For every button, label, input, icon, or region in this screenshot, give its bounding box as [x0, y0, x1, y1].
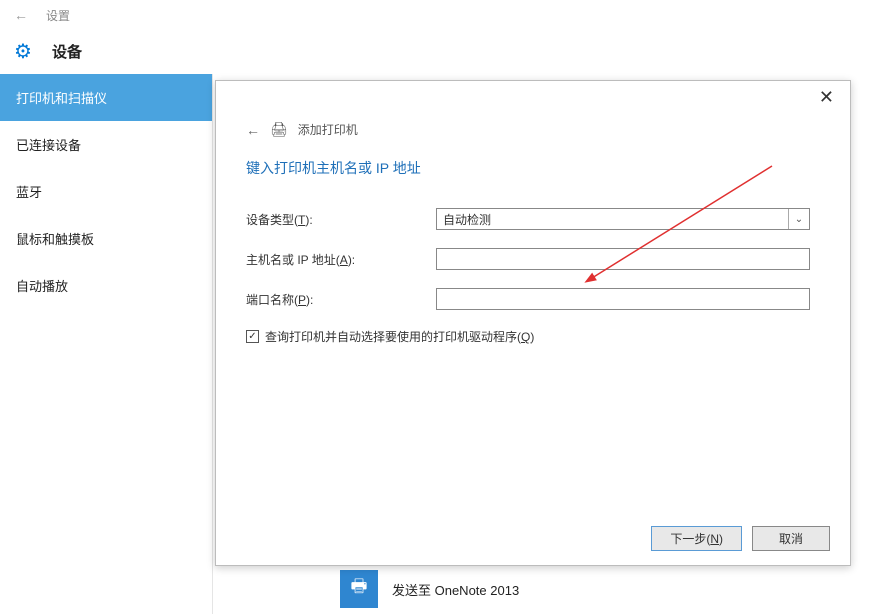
- hostname-input[interactable]: [436, 248, 810, 270]
- port-input[interactable]: [436, 288, 810, 310]
- add-printer-dialog: ✕ ← 🖨 添加打印机 键入打印机主机名或 IP 地址 设备类型(T): 自动检…: [215, 80, 851, 566]
- settings-breadcrumb[interactable]: 设置: [46, 7, 70, 24]
- sidebar-item-label: 自动播放: [16, 279, 68, 294]
- sidebar-item-autoplay[interactable]: 自动播放: [0, 262, 212, 309]
- printer-icon: 🖨: [270, 121, 288, 138]
- page-title: 设备: [52, 41, 82, 62]
- auto-query-checkbox-row[interactable]: ✓ 查询打印机并自动选择要使用的打印机驱动程序(Q): [246, 328, 810, 345]
- form: 设备类型(T): 自动检测 ⌄ 主机名或 IP 地址(A): 端口名称(P): …: [216, 178, 850, 345]
- sidebar-item-bluetooth[interactable]: 蓝牙: [0, 168, 212, 215]
- sidebar-item-label: 鼠标和触摸板: [16, 232, 94, 247]
- device-type-label: 设备类型(T):: [246, 211, 436, 228]
- sidebar-item-mouse[interactable]: 鼠标和触摸板: [0, 215, 212, 262]
- hostname-label: 主机名或 IP 地址(A):: [246, 251, 436, 268]
- device-type-select[interactable]: 自动检测 ⌄: [436, 208, 810, 230]
- dialog-footer: 下一步(N) 取消: [651, 526, 830, 551]
- close-icon[interactable]: ✕: [811, 85, 842, 110]
- sidebar: 打印机和扫描仪 已连接设备 蓝牙 鼠标和触摸板 自动播放: [0, 74, 213, 614]
- checkbox-icon[interactable]: ✓: [246, 330, 259, 343]
- device-type-value: 自动检测: [437, 209, 789, 229]
- checkbox-label: 查询打印机并自动选择要使用的打印机驱动程序(Q): [265, 328, 534, 345]
- printer-tile-icon: 🖶: [340, 570, 378, 608]
- dialog-header-text: 添加打印机: [298, 121, 358, 138]
- sidebar-item-label: 蓝牙: [16, 185, 42, 200]
- port-label: 端口名称(P):: [246, 291, 436, 308]
- sidebar-item-label: 打印机和扫描仪: [16, 91, 107, 106]
- dialog-title: 键入打印机主机名或 IP 地址: [216, 138, 850, 178]
- topbar: ← 设置: [0, 0, 872, 30]
- onenote-printer-label: 发送至 OneNote 2013: [392, 580, 519, 599]
- hostname-row: 主机名或 IP 地址(A):: [246, 248, 810, 270]
- port-row: 端口名称(P):: [246, 288, 810, 310]
- sidebar-item-printers[interactable]: 打印机和扫描仪: [0, 74, 212, 121]
- cancel-button[interactable]: 取消: [752, 526, 830, 551]
- sidebar-item-label: 已连接设备: [16, 138, 81, 153]
- dialog-back-icon[interactable]: ←: [246, 122, 260, 138]
- gear-icon: ⚙: [14, 39, 32, 64]
- header: ⚙ 设备: [0, 30, 872, 74]
- dialog-header: ← 🖨 添加打印机: [216, 81, 850, 138]
- back-arrow-icon[interactable]: ←: [14, 7, 28, 23]
- next-button[interactable]: 下一步(N): [651, 526, 742, 551]
- sidebar-item-connected[interactable]: 已连接设备: [0, 121, 212, 168]
- chevron-down-icon[interactable]: ⌄: [789, 214, 809, 225]
- onenote-printer-row[interactable]: 🖶 发送至 OneNote 2013: [340, 570, 519, 608]
- device-type-row: 设备类型(T): 自动检测 ⌄: [246, 208, 810, 230]
